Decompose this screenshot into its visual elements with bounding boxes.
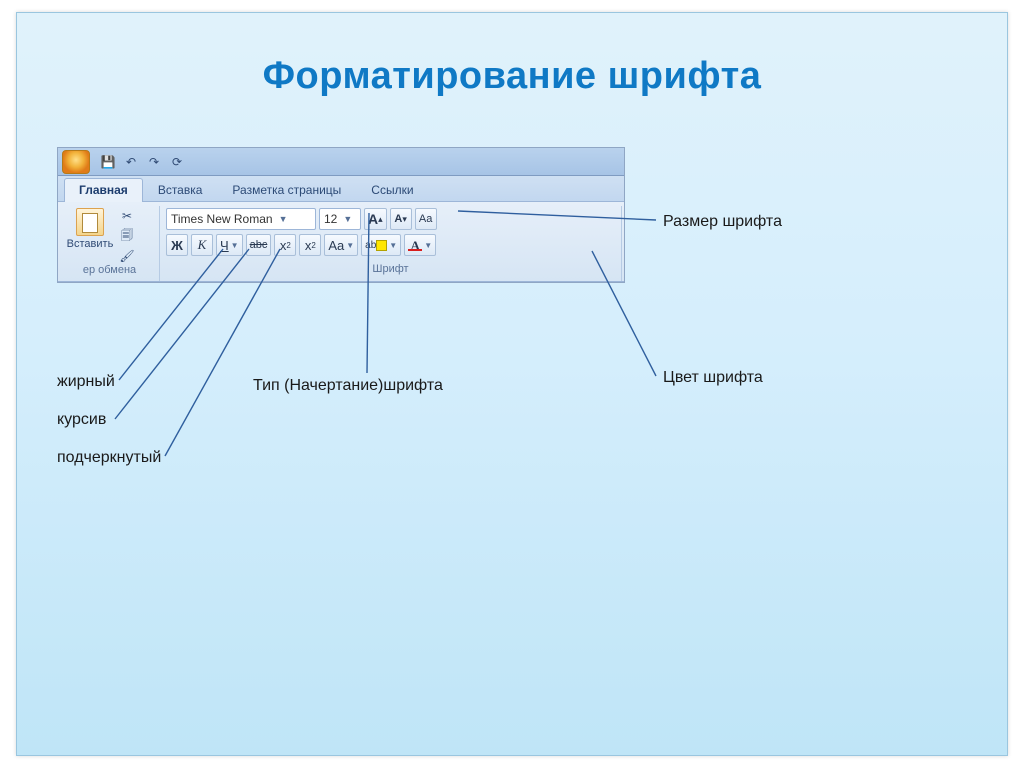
- font-color-button[interactable]: A ▼: [404, 234, 436, 256]
- font-family-value: Times New Roman: [171, 212, 273, 226]
- font-family-combo[interactable]: Times New Roman ▼: [166, 208, 316, 230]
- tab-references[interactable]: Ссылки: [356, 178, 428, 202]
- strike-button[interactable]: abc: [246, 234, 272, 256]
- word-ribbon: 💾 ↶ ↷ ⟳ Главная Вставка Разметка страниц…: [57, 147, 625, 283]
- underline-button[interactable]: Ч▼: [216, 234, 243, 256]
- undo-icon[interactable]: ↶: [122, 153, 140, 171]
- office-button-icon[interactable]: [62, 150, 90, 174]
- clipboard-group-label: ер обмена: [66, 264, 153, 279]
- change-case-button[interactable]: Aa▼: [324, 234, 358, 256]
- highlight-swatch-icon: [376, 240, 387, 251]
- tab-layout[interactable]: Разметка страницы: [217, 178, 356, 202]
- italic-button[interactable]: К: [191, 234, 213, 256]
- subscript-button[interactable]: x2: [274, 234, 296, 256]
- tab-home[interactable]: Главная: [64, 178, 143, 202]
- slide-title: Форматирование шрифта: [17, 55, 1007, 98]
- paste-button[interactable]: Вставить: [66, 208, 114, 250]
- ribbon-tabs: Главная Вставка Разметка страницы Ссылки: [58, 176, 624, 202]
- paste-icon: [76, 208, 104, 236]
- annotation-font-size: Размер шрифта: [663, 213, 782, 231]
- annotation-bold: жирный: [57, 373, 115, 391]
- clipboard-group: Вставить ✂ 🗐 🖌 ер обмена: [60, 206, 160, 281]
- grow-font-button[interactable]: A▴: [364, 208, 387, 230]
- annotation-italic: курсив: [57, 411, 106, 429]
- paste-label: Вставить: [67, 238, 114, 250]
- bold-button[interactable]: Ж: [166, 234, 188, 256]
- ribbon-band: Вставить ✂ 🗐 🖌 ер обмена Times New Roman: [58, 202, 624, 282]
- refresh-icon[interactable]: ⟳: [168, 153, 186, 171]
- shrink-font-button[interactable]: A▾: [390, 208, 412, 230]
- annotation-font-color: Цвет шрифта: [663, 369, 763, 387]
- format-painter-icon[interactable]: 🖌: [118, 248, 136, 264]
- highlight-button[interactable]: ab ▼: [361, 234, 401, 256]
- tab-insert[interactable]: Вставка: [143, 178, 218, 202]
- annotation-underline: подчеркнутый: [57, 449, 161, 467]
- font-group-label: Шрифт: [166, 263, 615, 279]
- font-size-value: 12: [324, 212, 337, 226]
- cut-icon[interactable]: ✂: [118, 208, 136, 224]
- superscript-button[interactable]: x2: [299, 234, 321, 256]
- font-size-combo[interactable]: 12 ▼: [319, 208, 361, 230]
- font-color-swatch: [408, 249, 422, 251]
- copy-icon[interactable]: 🗐: [118, 228, 136, 244]
- chevron-down-icon: ▼: [279, 214, 288, 224]
- quick-access-toolbar: 💾 ↶ ↷ ⟳: [58, 148, 624, 176]
- chevron-down-icon: ▼: [343, 214, 352, 224]
- clear-formatting-button[interactable]: Aa: [415, 208, 437, 230]
- save-icon[interactable]: 💾: [99, 153, 117, 171]
- font-group: Times New Roman ▼ 12 ▼ A▴ A▾: [160, 206, 622, 281]
- annotation-font-type: Тип (Начертание)шрифта: [253, 377, 443, 395]
- slide: Форматирование шрифта 💾 ↶ ↷ ⟳ Главная Вс…: [16, 12, 1008, 756]
- annotation-lines: [17, 13, 1009, 757]
- redo-icon[interactable]: ↷: [145, 153, 163, 171]
